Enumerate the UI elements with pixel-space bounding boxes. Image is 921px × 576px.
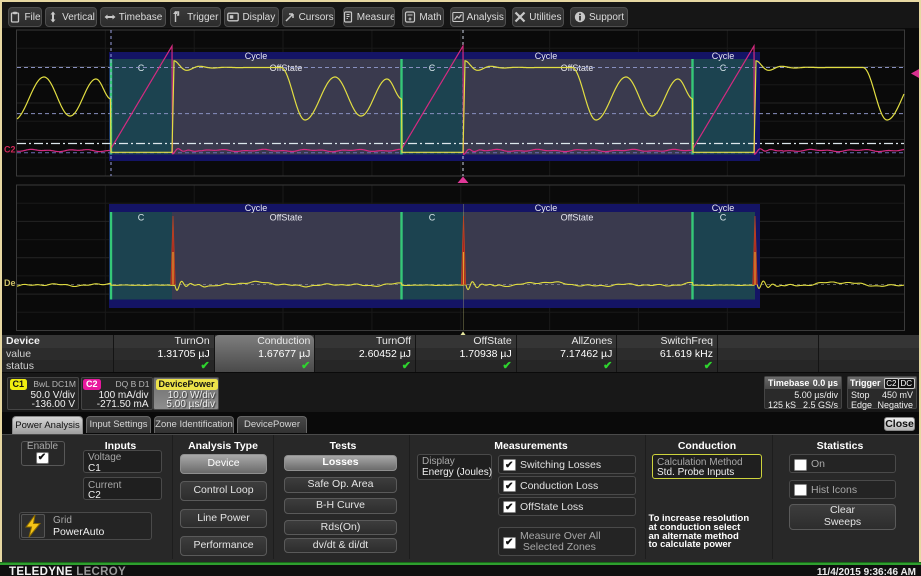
svg-text:Cycle: Cycle: [535, 51, 558, 61]
svg-text:OffState: OffState: [270, 213, 303, 223]
svg-text:Cycle: Cycle: [712, 51, 735, 61]
svg-text:C: C: [138, 213, 145, 223]
svg-text:C: C: [429, 213, 436, 223]
svg-text:C: C: [720, 213, 727, 223]
svg-text:De: De: [4, 278, 16, 288]
svg-text:Cycle: Cycle: [712, 203, 735, 213]
svg-text:Cycle: Cycle: [245, 51, 268, 61]
svg-text:C2: C2: [4, 145, 16, 155]
svg-text:Cycle: Cycle: [245, 203, 268, 213]
svg-text:OffState: OffState: [561, 213, 594, 223]
svg-text:Cycle: Cycle: [535, 203, 558, 213]
